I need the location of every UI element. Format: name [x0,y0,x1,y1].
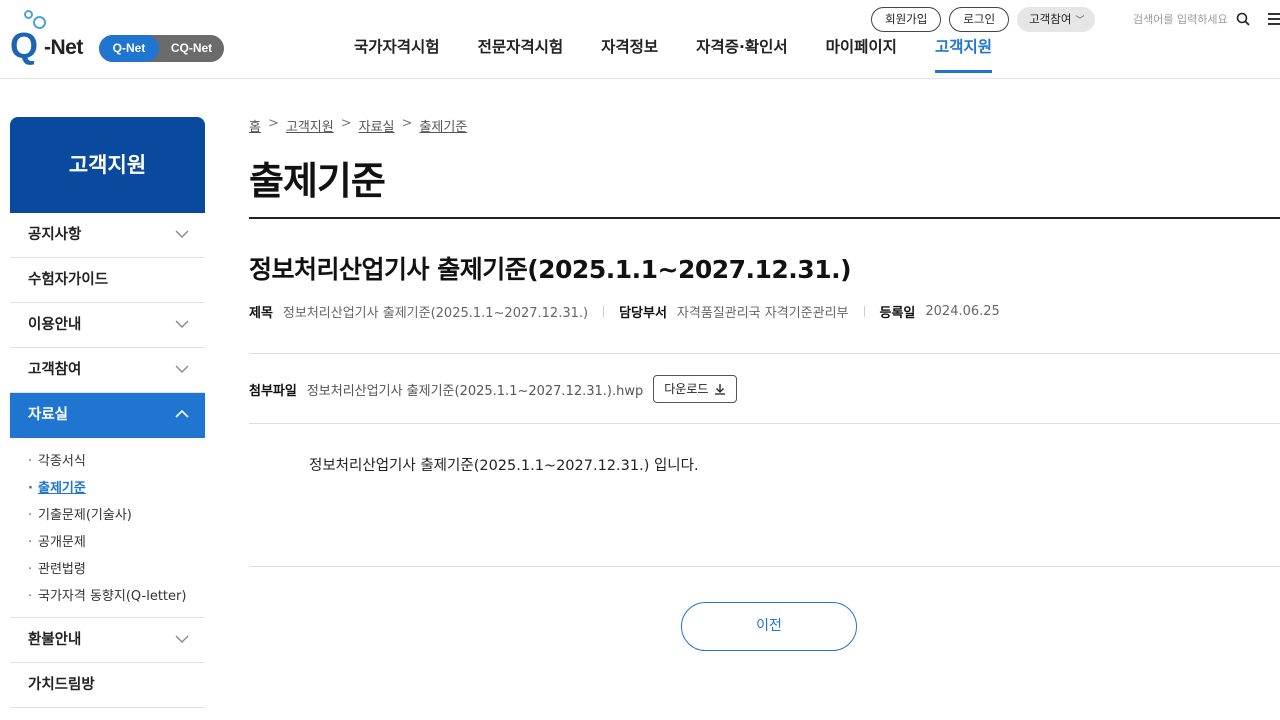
chevron-down-icon [175,230,189,238]
chevron-down-icon: ﹀ [1075,15,1085,26]
cqnet-switch[interactable]: CQ-Net [159,35,224,62]
hamburger-menu-icon[interactable] [1268,13,1280,25]
breadcrumb-home[interactable]: 홈 [249,116,261,135]
login-button[interactable]: 로그인 [949,6,1010,32]
submenu-q-letter[interactable]: 국가자격 동향지(Q-letter) [28,588,205,605]
meta-dept-value: 자격품질관리국 자격기준관리부 [676,306,849,321]
site-header: Q -Net Q-Net CQ-Net 국가자격시험 전문자격시험 자격정보 자… [0,0,1280,79]
sidebar-item-label: 고객참여 [28,362,82,378]
sidebar-item-label: 이용안내 [28,317,82,333]
meta-divider [863,306,865,317]
attachment-row: 첨부파일 정보처리산업기사 출제기준(2025.1.1~2027.12.31.)… [249,375,738,403]
customer-participation-label: 고객참여 [1029,11,1072,26]
utility-bar: 회원가입 로그인 고객참여 ﹀ [871,6,1103,32]
nav-national-exam[interactable]: 국가자격시험 [354,36,440,73]
breadcrumb-separator-icon: > [401,116,413,131]
breadcrumb-exam-criteria[interactable]: 출제기준 [419,116,467,135]
sidebar: 고객지원 공지사항 수험자가이드 이용안내 고객참여 자료실 각종서식 출제기준… [10,117,205,708]
download-label: 다운로드 [664,382,709,396]
sidebar-item-participation[interactable]: 고객참여 [10,348,205,393]
chevron-up-icon [175,409,189,418]
sidebar-item-label: 공지사항 [28,227,82,243]
chevron-down-icon [175,365,189,373]
meta-subject-value: 정보처리산업기사 출제기준(2025.1.1~2027.12.31.) [282,306,589,321]
post-meta: 제목 정보처리산업기사 출제기준(2025.1.1~2027.12.31.) 담… [249,302,1000,321]
customer-participation-dropdown[interactable]: 고객참여 ﹀ [1017,6,1096,32]
sidebar-item-archive[interactable]: 자료실 [10,393,205,438]
logo-circle-small [24,10,33,19]
main-nav: 국가자격시험 전문자격시험 자격정보 자격증·확인서 마이페이지 고객지원 [354,36,1030,76]
sidebar-submenu: 각종서식 출제기준 기출문제(기술사) 공개문제 관련법령 국가자격 동향지(Q… [10,438,205,618]
attachment-divider-line [249,423,1280,424]
breadcrumb-customer-support[interactable]: 고객지원 [286,116,334,135]
body-divider-line [249,566,1280,567]
post-title: 정보처리산업기사 출제기준(2025.1.1~2027.12.31.) [249,255,852,284]
logo-q: Q [10,25,39,66]
breadcrumb-separator-icon: > [340,116,352,131]
search-icon[interactable] [1236,12,1250,26]
submenu-public-exams[interactable]: 공개문제 [28,534,205,551]
download-button[interactable]: 다운로드 [653,375,738,403]
nav-customer-support[interactable]: 고객지원 [934,36,993,73]
title-divider [249,217,1280,219]
sidebar-item-label: 수험자가이드 [28,272,109,288]
breadcrumb: 홈 > 고객지원 > 자료실 > 출제기준 [249,116,467,135]
meta-dept-label: 담당부서 [619,306,667,321]
previous-button[interactable]: 이전 [681,602,857,651]
nav-certificate[interactable]: 자격증·확인서 [696,36,787,73]
chevron-down-icon [175,320,189,328]
post-body: 정보처리산업기사 출제기준(2025.1.1~2027.12.31.) 입니다. [309,458,699,474]
signup-button[interactable]: 회원가입 [871,6,942,32]
submenu-exam-criteria[interactable]: 출제기준 [28,480,205,497]
nav-qualification-info[interactable]: 자격정보 [601,36,658,73]
sidebar-item-notice[interactable]: 공지사항 [10,213,205,258]
nav-professional-exam[interactable]: 전문자격시험 [478,36,564,73]
sidebar-item-refund[interactable]: 환불안내 [10,618,205,663]
attachment-filename[interactable]: 정보처리산업기사 출제기준(2025.1.1~2027.12.31.).hwp [307,380,643,399]
chevron-down-icon [175,635,189,643]
meta-subject-label: 제목 [249,306,273,321]
logo-net: -Net [44,36,83,59]
meta-date-value: 2024.06.25 [925,304,1000,319]
meta-divider [603,306,605,317]
page-title: 출제기준 [249,159,386,203]
search-input[interactable]: 검색어를 입력하세요 [1133,11,1228,27]
breadcrumb-separator-icon: > [267,116,279,131]
submenu-laws[interactable]: 관련법령 [28,561,205,578]
sidebar-item-label: 환불안내 [28,632,82,648]
submenu-past-exams[interactable]: 기출문제(기술사) [28,507,205,524]
net-switch: Q-Net CQ-Net [99,35,224,62]
attachment-label: 첨부파일 [249,383,297,399]
sidebar-item-label: 자료실 [28,407,69,423]
meta-date-label: 등록일 [879,306,916,321]
sidebar-title: 고객지원 [10,117,205,213]
breadcrumb-archive[interactable]: 자료실 [359,116,395,135]
download-icon [715,384,726,395]
qnet-switch[interactable]: Q-Net [99,35,159,62]
sidebar-item-usage[interactable]: 이용안내 [10,303,205,348]
sidebar-item-value-room[interactable]: 가치드림방 [10,663,205,708]
submenu-forms[interactable]: 각종서식 [28,453,205,470]
sidebar-item-guide[interactable]: 수험자가이드 [10,258,205,303]
meta-divider-line [249,353,1280,354]
sidebar-item-label: 가치드림방 [28,677,95,693]
q-net-logo[interactable]: Q -Net [10,10,94,66]
nav-mypage[interactable]: 마이페이지 [826,36,897,73]
